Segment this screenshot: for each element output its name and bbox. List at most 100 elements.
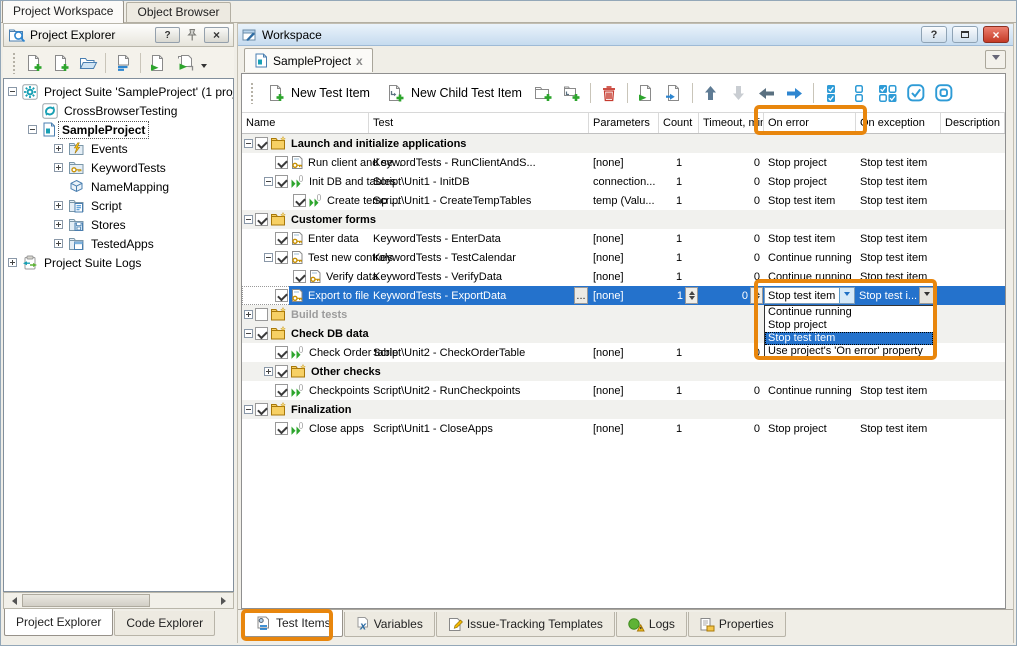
tree-item-script[interactable]: Script (4, 196, 233, 215)
toolbar-grip[interactable] (12, 52, 16, 74)
column-header-on-exception[interactable]: On exception (856, 113, 941, 133)
workspace-close-button[interactable]: × (983, 26, 1009, 43)
column-header-timeout-min[interactable]: Timeout, min (699, 113, 764, 133)
move-left-button[interactable] (754, 80, 780, 106)
delete-button[interactable] (596, 80, 622, 106)
tree-item-events[interactable]: Events (4, 139, 233, 158)
tree-item-stores[interactable]: Stores (4, 215, 233, 234)
row-checkbox[interactable] (255, 327, 268, 340)
uncheck-selected-button[interactable] (931, 80, 957, 106)
row-expand-icon[interactable] (244, 405, 253, 414)
help-button[interactable]: ? (155, 27, 180, 43)
open-item-button[interactable] (75, 50, 101, 76)
run-project-button[interactable] (145, 50, 171, 76)
test-item-row-export-to-file[interactable]: Export to fileKeywordTests - ExportData[… (242, 286, 1005, 305)
new-test-item-button[interactable]: New Test Item (260, 81, 377, 105)
bottom-tab-properties[interactable]: Properties (688, 612, 786, 637)
top-tab-project-workspace[interactable]: Project Workspace (2, 0, 124, 23)
test-item-row-enter-data[interactable]: Enter dataKeywordTests - EnterData[none]… (242, 229, 1005, 248)
row-checkbox[interactable] (293, 270, 306, 283)
test-browse-button[interactable]: ... (574, 287, 588, 304)
spin-down-icon[interactable] (686, 296, 697, 304)
test-item-row-checkpoints[interactable]: ()CheckpointsScript\Unit2 - RunCheckpoin… (242, 381, 1005, 400)
bottom-tab-project-explorer[interactable]: Project Explorer (4, 609, 113, 636)
bottom-tab-test-items[interactable]: Test Items (244, 610, 343, 637)
row-checkbox[interactable] (255, 213, 268, 226)
row-checkbox[interactable] (255, 403, 268, 416)
new-item-button[interactable] (48, 50, 74, 76)
group-row-other-checks[interactable]: Other checks (242, 362, 1005, 381)
spin-up-icon[interactable] (686, 288, 697, 296)
check-selected-button[interactable] (903, 80, 929, 106)
test-item-row-close-apps[interactable]: ()Close appsScript\Unit1 - CloseApps[non… (242, 419, 1005, 438)
tree-item-keywordtests[interactable]: KeywordTests (4, 158, 233, 177)
row-expand-icon[interactable] (244, 139, 253, 148)
dropdown-button[interactable] (919, 287, 934, 304)
move-up-button[interactable] (698, 80, 724, 106)
row-checkbox[interactable] (275, 365, 288, 378)
tree-expand-icon[interactable] (8, 258, 17, 267)
tree-item-project-suite-logs[interactable]: Project Suite Logs (4, 253, 233, 272)
on-error-combobox[interactable]: Stop test item (764, 287, 855, 304)
pin-icon[interactable] (184, 27, 200, 43)
row-checkbox[interactable] (275, 346, 288, 359)
tree-item-testedapps[interactable]: TestedApps (4, 234, 233, 253)
row-expand-icon[interactable] (244, 215, 253, 224)
group-row-finalization[interactable]: Finalization (242, 400, 1005, 419)
tab-sampleproject[interactable]: SampleProject x (244, 48, 373, 72)
bottom-tab-issue-tracking-templates[interactable]: Issue-Tracking Templates (436, 612, 615, 637)
column-header-count[interactable]: Count (659, 113, 699, 133)
more-dropdown-icon[interactable] (201, 64, 207, 71)
tree-item-namemapping[interactable]: NameMapping (4, 177, 233, 196)
row-checkbox[interactable] (275, 156, 288, 169)
toolbar-grip[interactable] (250, 82, 254, 104)
tree-item-project-suite-sampleproject-1-project[interactable]: Project Suite 'SampleProject' (1 project (4, 82, 233, 101)
group-row-customer-forms[interactable]: Customer forms (242, 210, 1005, 229)
new-child-test-item-button[interactable]: New Child Test Item (379, 81, 529, 105)
scrollbar-thumb[interactable] (22, 594, 150, 607)
tree-expand-icon[interactable] (54, 163, 63, 172)
row-checkbox[interactable] (255, 308, 268, 321)
timeout-spinner[interactable] (750, 287, 763, 304)
run-project-suite-button[interactable] (172, 50, 198, 76)
add-new-project-button[interactable] (21, 50, 47, 76)
move-down-button[interactable] (726, 80, 752, 106)
row-checkbox[interactable] (275, 232, 288, 245)
row-expand-icon[interactable] (244, 329, 253, 338)
row-checkbox[interactable] (275, 175, 288, 188)
test-item-row-verify-data[interactable]: Verify dataKeywordTests - VerifyData[non… (242, 267, 1005, 286)
tree-expand-icon[interactable] (54, 220, 63, 229)
dropdown-option-stop-project[interactable]: Stop project (765, 319, 933, 332)
row-checkbox[interactable] (275, 251, 288, 264)
spin-up-icon[interactable] (751, 288, 762, 296)
count-spinner[interactable] (685, 287, 698, 304)
dropdown-option-continue-running[interactable]: Continue running (765, 306, 933, 319)
row-checkbox[interactable] (275, 289, 288, 302)
check-all-items-button[interactable] (819, 80, 845, 106)
dropdown-option-use-project-s-on-error-property[interactable]: Use project's 'On error' property (765, 345, 933, 358)
new-group-button[interactable] (531, 80, 557, 106)
dropdown-option-stop-test-item[interactable]: Stop test item (765, 332, 933, 345)
on-exception-combobox[interactable]: Stop test i... (856, 287, 934, 304)
row-expand-icon[interactable] (264, 253, 273, 262)
workspace-restore-button[interactable] (952, 26, 978, 43)
tree-expand-icon[interactable] (28, 125, 37, 134)
new-child-group-button[interactable] (559, 80, 585, 106)
tree-expand-icon[interactable] (54, 144, 63, 153)
row-expand-icon[interactable] (264, 367, 273, 376)
column-header-parameters[interactable]: Parameters (589, 113, 659, 133)
row-checkbox[interactable] (275, 422, 288, 435)
close-panel-button[interactable]: × (204, 27, 229, 43)
tree-expand-icon[interactable] (8, 87, 17, 96)
test-item-row-test-new-controls[interactable]: Test new controlsKeywordTests - TestCale… (242, 248, 1005, 267)
tab-close-icon[interactable]: x (356, 54, 363, 68)
organize-items-button[interactable] (110, 50, 136, 76)
scrollbar-track[interactable] (20, 593, 217, 608)
column-header-test[interactable]: Test (369, 113, 589, 133)
move-right-button[interactable] (782, 80, 808, 106)
scroll-left-icon[interactable] (4, 593, 20, 608)
test-item-row-create-temp[interactable]: ()Create temp ...Script\Unit1 - CreateTe… (242, 191, 1005, 210)
row-expand-icon[interactable] (244, 310, 253, 319)
scroll-right-icon[interactable] (217, 593, 233, 608)
tree-item-crossbrowsertesting[interactable]: CrossBrowserTesting (4, 101, 233, 120)
